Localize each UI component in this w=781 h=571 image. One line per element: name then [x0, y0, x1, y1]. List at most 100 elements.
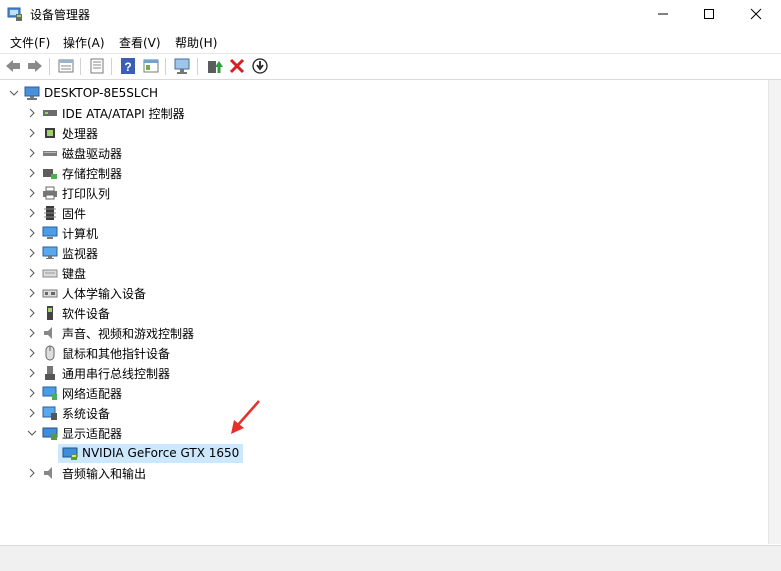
device-label: NVIDIA GeForce GTX 1650 [82, 446, 240, 460]
tree-category-printer[interactable]: 打印队列 [24, 183, 110, 203]
tree-category-ide-controller[interactable]: IDE ATA/ATAPI 控制器 [24, 103, 185, 123]
device-nvidia-gtx-1650[interactable]: NVIDIA GeForce GTX 1650 [58, 443, 244, 463]
tree-category-storage-controller[interactable]: 存储控制器 [24, 163, 122, 183]
tree-root-label: DESKTOP-8E5SLCH [44, 86, 159, 100]
storage-controller-icon [43, 169, 57, 179]
update-driver-icon[interactable] [205, 57, 223, 75]
tree-category-label: 鼠标和其他指针设备 [62, 346, 171, 361]
tree-category-audio-io[interactable]: 音频输入和输出 [24, 463, 146, 483]
forward-icon[interactable] [26, 57, 44, 75]
expand-icon[interactable] [24, 223, 40, 243]
tree-category-label: 磁盘驱动器 [62, 146, 123, 161]
tree-category-firmware[interactable]: 固件 [24, 203, 86, 223]
title-bar: 设备管理器 [0, 0, 781, 28]
display-adapter-icon [42, 427, 58, 440]
processor-icon [45, 128, 55, 138]
collapse-icon[interactable] [24, 423, 40, 443]
disable-icon[interactable] [251, 57, 269, 75]
hid-icon [42, 289, 58, 298]
tree-category-label: 打印队列 [62, 186, 111, 201]
expand-icon[interactable] [24, 383, 40, 403]
expand-icon[interactable] [24, 463, 40, 483]
tree-category-label: 计算机 [62, 226, 99, 241]
tree-category-label: 音频输入和输出 [62, 466, 147, 481]
network-adapter-icon [42, 386, 57, 400]
back-icon[interactable] [4, 57, 22, 75]
device-tree[interactable]: DESKTOP-8E5SLCH IDE ATA/ATAPI 控制器 处理器磁盘驱动… [0, 80, 768, 544]
minimize-icon [658, 13, 668, 15]
menu-file[interactable]: 文件(F) [10, 34, 50, 51]
tree-category-label: 键盘 [62, 266, 87, 281]
maximize-button[interactable] [686, 0, 732, 28]
help-icon[interactable]: ? [119, 57, 137, 75]
scan-hardware-icon[interactable] [173, 57, 191, 75]
expand-icon[interactable] [24, 103, 40, 123]
tree-category-computer[interactable]: 计算机 [24, 223, 98, 243]
expand-icon[interactable] [24, 303, 40, 323]
monitor-icon [42, 246, 58, 259]
toolbar-separator [49, 58, 50, 75]
close-button[interactable] [733, 0, 779, 28]
expand-icon[interactable] [24, 403, 40, 423]
tree-category-label: 通用串行总线控制器 [62, 366, 171, 381]
maximize-icon [704, 9, 714, 19]
minimize-button[interactable] [640, 0, 686, 28]
menu-action[interactable]: 操作(A) [63, 34, 105, 51]
tree-category-system-device[interactable]: 系统设备 [24, 403, 110, 423]
annotation-arrow [231, 400, 260, 434]
tree-category-usb[interactable]: 通用串行总线控制器 [24, 363, 170, 383]
tree-category-display-adapter[interactable]: 显示适配器 [24, 423, 122, 443]
disk-drive-icon [43, 151, 57, 156]
status-bar [0, 545, 781, 571]
toolbar-separator [80, 58, 81, 75]
expand-icon[interactable] [24, 283, 40, 303]
computer-root-icon [24, 86, 40, 100]
expand-icon[interactable] [24, 163, 40, 183]
tree-category-keyboard[interactable]: 键盘 [24, 263, 86, 283]
tree-category-label: 声音、视频和游戏控制器 [62, 326, 195, 341]
collapse-icon[interactable] [6, 83, 22, 103]
tree-category-software-device[interactable]: 软件设备 [24, 303, 110, 323]
expand-icon[interactable] [24, 323, 40, 343]
expand-icon[interactable] [24, 343, 40, 363]
device-manager-icon [7, 7, 22, 21]
vertical-scrollbar[interactable] [768, 80, 781, 544]
view-icon[interactable] [88, 57, 106, 75]
printer-icon [43, 186, 57, 200]
tree-category-hid[interactable]: 人体学输入设备 [24, 283, 146, 303]
menu-view[interactable]: 查看(V) [119, 34, 161, 51]
expand-icon[interactable] [24, 203, 40, 223]
tree-category-label: 软件设备 [62, 306, 111, 321]
tree-category-sound[interactable]: 声音、视频和游戏控制器 [24, 323, 194, 343]
toolbar-separator [165, 58, 166, 75]
ide-controller-icon [43, 110, 57, 116]
close-icon [750, 8, 762, 20]
uninstall-icon[interactable] [228, 57, 246, 75]
sound-icon [44, 327, 52, 339]
properties-icon[interactable] [57, 57, 75, 75]
expand-icon[interactable] [24, 263, 40, 283]
expand-icon[interactable] [24, 363, 40, 383]
tree-root[interactable]: DESKTOP-8E5SLCH [6, 83, 158, 103]
tree-category-network-adapter[interactable]: 网络适配器 [24, 383, 122, 403]
system-device-icon [42, 406, 57, 420]
expand-icon[interactable] [24, 243, 40, 263]
tree-category-label: 固件 [62, 206, 87, 221]
view-resources-icon[interactable] [142, 57, 160, 75]
tree-category-mouse[interactable]: 鼠标和其他指针设备 [24, 343, 170, 363]
audio-io-icon [44, 467, 52, 479]
window-title: 设备管理器 [30, 8, 91, 22]
usb-icon [45, 366, 55, 380]
menu-help[interactable]: 帮助(H) [175, 34, 217, 51]
expand-icon[interactable] [24, 143, 40, 163]
toolbar-separator [111, 58, 112, 75]
tree-category-label: 处理器 [62, 126, 99, 141]
tree-category-label: IDE ATA/ATAPI 控制器 [62, 106, 185, 121]
tree-category-label: 存储控制器 [62, 166, 123, 181]
expand-icon[interactable] [24, 123, 40, 143]
tree-category-disk-drive[interactable]: 磁盘驱动器 [24, 143, 122, 163]
expand-icon[interactable] [24, 183, 40, 203]
svg-text:?: ? [124, 60, 131, 74]
tree-category-processor[interactable]: 处理器 [24, 123, 98, 143]
tree-category-monitor[interactable]: 监视器 [24, 243, 98, 263]
